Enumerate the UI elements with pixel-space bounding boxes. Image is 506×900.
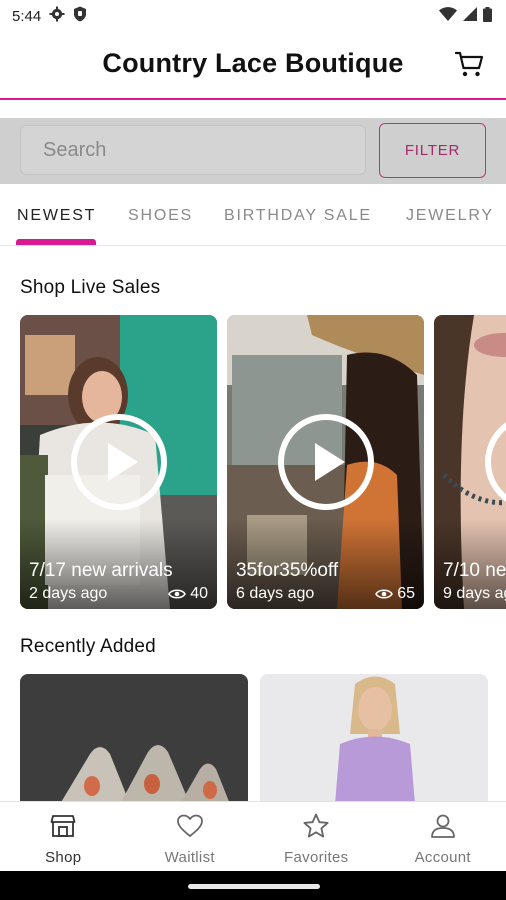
signal-icon (463, 7, 477, 25)
view-count: 65 (397, 585, 415, 602)
product-card[interactable] (20, 674, 248, 804)
status-time: 5:44 (12, 7, 42, 25)
status-bar: 5:44 (0, 0, 506, 32)
live-sale-title: 7/10 new (443, 560, 506, 581)
product-image (260, 674, 488, 804)
wifi-icon (439, 7, 457, 25)
product-card[interactable] (260, 674, 488, 804)
tab-shoes[interactable]: SHOES (128, 207, 193, 225)
live-sale-age: 2 days ago (29, 585, 108, 602)
tab-newest[interactable]: NEWEST (17, 207, 96, 225)
live-sale-card[interactable]: 35for35%off 6 days ago 65 (227, 315, 424, 609)
live-sale-card[interactable]: 7/17 new arrivals 2 days ago 40 (20, 315, 217, 609)
home-gesture-handle[interactable] (188, 884, 320, 889)
person-icon (429, 812, 457, 840)
eye-icon (375, 589, 394, 599)
play-button[interactable] (277, 414, 374, 510)
star-icon (302, 812, 330, 840)
recently-added-heading: Recently Added (20, 636, 156, 657)
cart-button[interactable] (454, 50, 486, 80)
tab-birthday-sale[interactable]: BIRTHDAY SALE (224, 207, 372, 225)
live-sale-card[interactable]: 7/10 new 9 days ago (434, 315, 506, 609)
nav-shop-label: Shop (45, 849, 82, 866)
nav-favorites[interactable]: Favorites (253, 802, 380, 871)
nav-shop[interactable]: Shop (0, 802, 127, 871)
live-sale-title: 35for35%off (236, 560, 339, 581)
live-sales-heading: Shop Live Sales (20, 277, 161, 298)
heart-icon (176, 812, 204, 840)
live-sale-age: 6 days ago (236, 585, 315, 602)
search-bar: FILTER (0, 118, 506, 184)
active-tab-indicator (16, 239, 96, 245)
app-header: Country Lace Boutique (0, 32, 506, 100)
live-sale-age: 9 days ago (443, 585, 506, 602)
battery-icon (483, 6, 492, 26)
live-sale-title: 7/17 new arrivals (29, 560, 173, 581)
nav-account[interactable]: Account (380, 802, 506, 871)
shield-icon (73, 6, 87, 26)
nav-account-label: Account (414, 849, 471, 866)
filter-button[interactable]: FILTER (379, 123, 486, 178)
settings-gear-icon (49, 6, 65, 26)
system-navigation-bar (0, 871, 506, 900)
search-input[interactable] (20, 125, 366, 175)
product-image (20, 674, 248, 804)
shop-icon (49, 812, 77, 840)
play-button[interactable] (70, 414, 167, 510)
nav-favorites-label: Favorites (284, 849, 349, 866)
play-icon (314, 443, 345, 481)
category-tabs: NEWEST SHOES BIRTHDAY SALE JEWELRY (0, 190, 506, 246)
bottom-navigation: Shop Waitlist Favorites Account (0, 801, 506, 871)
cart-icon (455, 51, 484, 77)
page-title: Country Lace Boutique (102, 48, 404, 78)
view-count: 40 (190, 585, 208, 602)
tab-jewelry[interactable]: JEWELRY (406, 207, 494, 225)
nav-waitlist[interactable]: Waitlist (127, 802, 254, 871)
live-sales-carousel[interactable]: 7/17 new arrivals 2 days ago 40 35for35%… (0, 314, 506, 610)
eye-icon (168, 589, 187, 599)
nav-waitlist-label: Waitlist (164, 849, 215, 866)
play-icon (107, 443, 138, 481)
